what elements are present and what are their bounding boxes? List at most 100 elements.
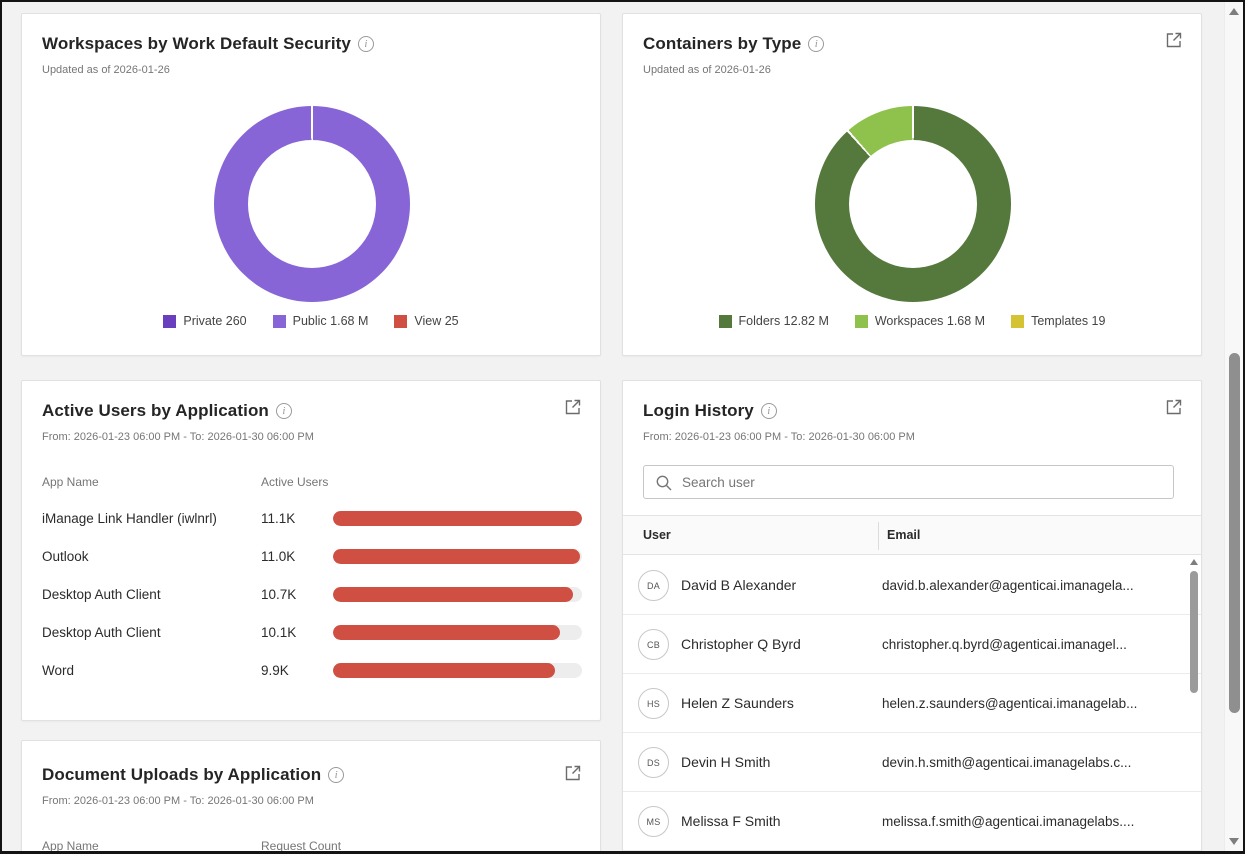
card-title-text: Document Uploads by Application [42, 765, 321, 784]
legend-label: Public 1.68 M [293, 314, 369, 328]
external-link-icon [1164, 397, 1184, 417]
app-usage-row: Desktop Auth Client 10.7K [42, 583, 582, 605]
open-in-new-window-button[interactable] [1163, 397, 1185, 419]
login-history-row[interactable]: MS Melissa F Smith melissa.f.smith@agent… [623, 792, 1201, 851]
user-name: Melissa F Smith [681, 813, 781, 829]
dashboard-page: Workspaces by Work Default Securityi Upd… [2, 2, 1243, 851]
open-in-new-window-button[interactable] [1163, 30, 1185, 52]
user-email: christopher.q.byrd@agenticai.imanagel... [882, 637, 1183, 652]
user-name: Helen Z Saunders [681, 695, 794, 711]
scroll-up-arrow[interactable] [1229, 8, 1239, 15]
scroll-down-arrow[interactable] [1229, 838, 1239, 845]
legend-swatch [1011, 315, 1024, 328]
legend-item-view[interactable]: View 25 [394, 314, 458, 328]
card-active-users: Active Users by Applicationi From: 2026-… [21, 380, 601, 721]
legend-item-templates[interactable]: Templates 19 [1011, 314, 1105, 328]
column-header-user: User [643, 528, 671, 542]
date-range: From: 2026-01-23 06:00 PM - To: 2026-01-… [42, 795, 314, 807]
card-title-text: Containers by Type [643, 34, 801, 53]
search-user-input[interactable] [680, 467, 1167, 497]
column-divider [878, 522, 879, 550]
app-usage-row: iManage Link Handler (iwlnrl) 11.1K [42, 507, 582, 529]
legend-label: Templates 19 [1031, 314, 1105, 328]
card-workspaces-security: Workspaces by Work Default Securityi Upd… [21, 13, 601, 356]
user-name: Christopher Q Byrd [681, 636, 801, 652]
active-users-value: 11.1K [261, 511, 333, 526]
search-icon [655, 474, 673, 492]
card-title: Workspaces by Work Default Securityi [42, 34, 374, 54]
legend-item-folders[interactable]: Folders 12.82 M [719, 314, 829, 328]
active-users-value: 10.7K [261, 587, 333, 602]
avatar: HS [638, 688, 669, 719]
legend-label: Folders 12.82 M [739, 314, 829, 328]
bar[interactable] [333, 587, 582, 602]
updated-timestamp: Updated as of 2026-01-26 [42, 64, 170, 76]
active-users-value: 11.0K [261, 549, 333, 564]
date-range: From: 2026-01-23 06:00 PM - To: 2026-01-… [42, 431, 314, 443]
login-list-scrollbar [1189, 553, 1199, 851]
bar[interactable] [333, 663, 582, 678]
column-header-request-count: Request Count [261, 839, 341, 851]
card-login-history: Login Historyi From: 2026-01-23 06:00 PM… [622, 380, 1202, 851]
legend-label: Workspaces 1.68 M [875, 314, 985, 328]
info-icon[interactable]: i [761, 403, 777, 419]
card-document-uploads: Document Uploads by Application i From: 2… [21, 740, 601, 851]
user-email: david.b.alexander@agenticai.imanagela... [882, 578, 1183, 593]
info-icon[interactable]: i [328, 767, 344, 783]
login-table-header: User Email [623, 515, 1201, 555]
donut-hole [248, 140, 376, 268]
column-header-app-name: App Name [42, 839, 99, 851]
app-name: Word [42, 663, 261, 678]
active-users-value: 9.9K [261, 663, 333, 678]
open-in-new-window-button[interactable] [562, 763, 584, 785]
card-title: Containers by Type i [643, 34, 824, 54]
legend-swatch [163, 315, 176, 328]
app-usage-row: Word 9.9K [42, 659, 582, 681]
column-header-email: Email [887, 528, 920, 542]
legend-label: Private 260 [183, 314, 246, 328]
info-icon[interactable]: i [358, 36, 374, 52]
open-in-new-window-button[interactable] [562, 397, 584, 419]
legend-swatch [855, 315, 868, 328]
info-icon[interactable]: i [808, 36, 824, 52]
scroll-up-arrow[interactable] [1190, 559, 1198, 565]
app-name: iManage Link Handler (iwlnrl) [42, 511, 261, 526]
user-name: David B Alexander [681, 577, 796, 593]
user-email: melissa.f.smith@agenticai.imanagelabs...… [882, 814, 1183, 829]
bar[interactable] [333, 511, 582, 526]
scrollbar-thumb[interactable] [1190, 571, 1198, 693]
login-history-row[interactable]: HS Helen Z Saunders helen.z.saunders@age… [623, 674, 1201, 733]
legend-swatch [394, 315, 407, 328]
login-history-row[interactable]: DS Devin H Smith devin.h.smith@agenticai… [623, 733, 1201, 792]
app-name: Desktop Auth Client [42, 587, 261, 602]
legend-item-public[interactable]: Public 1.68 M [273, 314, 369, 328]
bar-fill [333, 587, 573, 602]
containers-type-donut-chart[interactable] [815, 106, 1011, 302]
bar[interactable] [333, 625, 582, 640]
app-usage-row: Outlook 11.0K [42, 545, 582, 567]
legend-swatch [273, 315, 286, 328]
legend-swatch [719, 315, 732, 328]
login-history-row[interactable]: DA David B Alexander david.b.alexander@a… [623, 556, 1201, 615]
bar-fill [333, 625, 560, 640]
workspaces-security-donut-chart[interactable] [214, 106, 410, 302]
scrollbar-thumb[interactable] [1229, 353, 1240, 713]
external-link-icon [563, 763, 583, 783]
app-name: Desktop Auth Client [42, 625, 261, 640]
card-title: Document Uploads by Application i [42, 765, 344, 785]
column-header-app-name: App Name [42, 475, 99, 489]
column-header-active-users: Active Users [261, 475, 328, 489]
legend-item-workspaces[interactable]: Workspaces 1.68 M [855, 314, 985, 328]
user-email: helen.z.saunders@agenticai.imanagelab... [882, 696, 1183, 711]
bar[interactable] [333, 549, 582, 564]
avatar: DS [638, 747, 669, 778]
bar-fill [333, 549, 580, 564]
bar-fill [333, 511, 582, 526]
legend-label: View 25 [414, 314, 458, 328]
info-icon[interactable]: i [276, 403, 292, 419]
donut-hole [849, 140, 977, 268]
login-history-row[interactable]: CB Christopher Q Byrd christopher.q.byrd… [623, 615, 1201, 674]
card-title-text: Login History [643, 401, 754, 420]
legend-item-private[interactable]: Private 260 [163, 314, 246, 328]
avatar: MS [638, 806, 669, 837]
